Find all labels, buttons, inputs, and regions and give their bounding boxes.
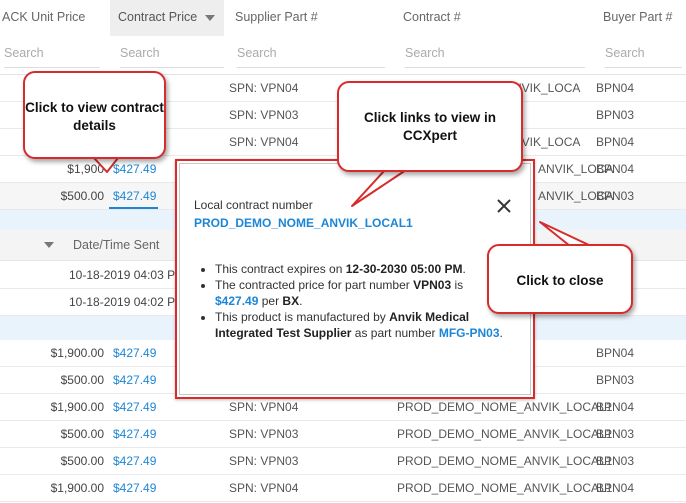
- contract-price-link[interactable]: $427.49: [113, 394, 156, 420]
- text: .: [462, 262, 466, 276]
- cell-buyer-part: BPN03: [596, 427, 635, 441]
- cell-buyer-part: BPN03: [596, 373, 635, 387]
- cell-supplier-part: SPN: VPN03: [229, 108, 299, 122]
- cell-supplier-part: SPN: VPN03: [229, 454, 299, 468]
- cell-supplier-part: SPN: VPN04: [229, 81, 299, 95]
- list-item-manufacturer: This product is manufactured by Anvik Me…: [215, 309, 505, 341]
- cell-ack-price: $500.00: [60, 454, 104, 468]
- search-contract-number: [405, 40, 585, 68]
- cell-contract: PROD_DEMO_NOME_ANVIK_LOCAL1: [397, 427, 613, 441]
- text: as part number: [351, 326, 439, 340]
- cell-supplier-part: SPN: VPN03: [229, 427, 299, 441]
- text: This contract expires on: [215, 262, 346, 276]
- col-contract-price-label: Contract Price: [118, 10, 198, 24]
- cell-ack-price: $1,900.00: [50, 400, 104, 414]
- col-buyer-part[interactable]: Buyer Part #: [603, 0, 672, 36]
- caret-down-icon[interactable]: [205, 14, 216, 21]
- text: per: [258, 294, 283, 308]
- cell-buyer-part: BPN04: [596, 135, 635, 149]
- search-input-supplier-part[interactable]: [237, 40, 385, 66]
- contract-price-link[interactable]: $427.49: [113, 340, 156, 366]
- contract-price-link[interactable]: $427.49: [113, 156, 156, 182]
- unit: BX: [282, 294, 300, 308]
- callout-view-details: Click to view contract details: [23, 71, 166, 159]
- table-row[interactable]: $1,900.00 $427.49 SPN: VPN04 PROD_DEMO_N…: [0, 475, 686, 502]
- cell-buyer-part: BPN03: [596, 189, 635, 203]
- cell-supplier-part: SPN: VPN04: [229, 135, 299, 149]
- col-supplier-part[interactable]: Supplier Part #: [235, 0, 318, 36]
- contract-price-link[interactable]: $427.49: [113, 448, 156, 474]
- cell-buyer-part: BPN04: [596, 346, 635, 360]
- caret-down-icon[interactable]: [44, 242, 54, 248]
- contract-details-popup: Local contract number PROD_DEMO_NOME_ANV…: [175, 159, 535, 399]
- expiry-date: 12-30-2030 05:00 PM: [345, 262, 463, 276]
- cell-date-sent: 10-18-2019 04:02 PM: [69, 295, 186, 309]
- cell-contract: PROD_DEMO_NOME_ANVIK_LOCAL1: [397, 454, 613, 468]
- search-ack-price: [4, 40, 100, 68]
- cell-ack-price: $1,900: [67, 162, 104, 176]
- popup-label: Local contract number: [194, 198, 313, 212]
- search-input-contract-number[interactable]: [405, 40, 585, 66]
- cell-buyer-part: BPN04: [596, 81, 635, 95]
- cell-ack-price: $500.00: [60, 189, 104, 203]
- col-date-time-sent[interactable]: Date/Time Sent: [73, 230, 159, 260]
- text: This product is manufactured by: [215, 310, 390, 324]
- text: The contracted price for part number: [215, 278, 414, 292]
- contract-price-link[interactable]: $427.49: [113, 475, 156, 501]
- search-input-ack-price[interactable]: [4, 40, 100, 66]
- list-item-expiry: This contract expires on 12-30-2030 05:0…: [215, 261, 505, 277]
- table-row[interactable]: $500.00 $427.49 SPN: VPN03 PROD_DEMO_NOM…: [0, 421, 686, 448]
- search-buyer-part: [605, 40, 682, 68]
- search-contract-price: [120, 40, 224, 68]
- contract-number-link[interactable]: PROD_DEMO_NOME_ANVIK_LOCAL1: [194, 216, 413, 230]
- search-supplier-part: [237, 40, 385, 68]
- grid-header: ACK Unit Price Contract Price Supplier P…: [0, 0, 686, 36]
- x-icon[interactable]: [493, 195, 515, 217]
- contract-price-link[interactable]: $427.49: [113, 367, 156, 393]
- cell-buyer-part: BPN04: [596, 162, 635, 176]
- cell-ack-price: $500.00: [60, 373, 104, 387]
- part-number: VPN03: [413, 278, 452, 292]
- list-item-price: The contracted price for part number VPN…: [215, 277, 505, 309]
- search-input-buyer-part[interactable]: [605, 40, 682, 66]
- contract-price-link[interactable]: $427.49: [215, 294, 258, 308]
- search-input-contract-price[interactable]: [120, 40, 224, 66]
- callout-ccxpert: Click links to view in CCXpert: [337, 81, 523, 172]
- cell-ack-price: $1,900.00: [50, 481, 104, 495]
- table-row[interactable]: $500.00 $427.49 SPN: VPN03 PROD_DEMO_NOM…: [0, 448, 686, 475]
- text: is: [451, 278, 464, 292]
- mfg-part-link[interactable]: MFG-PN03: [439, 326, 500, 340]
- cell-ack-price: $500.00: [60, 427, 104, 441]
- cell-buyer-part: BPN03: [596, 454, 635, 468]
- contract-price-link-active[interactable]: $427.49: [113, 183, 156, 209]
- cell-buyer-part: BPN04: [596, 481, 635, 495]
- callout-close: Click to close: [487, 244, 633, 314]
- col-contract-number[interactable]: Contract #: [403, 0, 461, 36]
- cell-supplier-part: SPN: VPN04: [229, 481, 299, 495]
- contract-price-link[interactable]: $427.49: [113, 421, 156, 447]
- cell-date-sent: 10-18-2019 04:03 PM: [69, 268, 186, 282]
- cell-ack-price: $1,900.00: [50, 346, 104, 360]
- contract-info-list: This contract expires on 12-30-2030 05:0…: [215, 261, 505, 341]
- cell-buyer-part: BPN03: [596, 108, 635, 122]
- col-contract-price[interactable]: Contract Price: [110, 0, 224, 36]
- text: .: [499, 326, 503, 340]
- col-ack-unit-price[interactable]: ACK Unit Price: [2, 0, 85, 36]
- cell-contract: PROD_DEMO_NOME_ANVIK_LOCAL1: [397, 481, 613, 495]
- active-link-underline: [109, 207, 158, 209]
- text: .: [299, 294, 303, 308]
- cell-buyer-part: BPN04: [596, 400, 635, 414]
